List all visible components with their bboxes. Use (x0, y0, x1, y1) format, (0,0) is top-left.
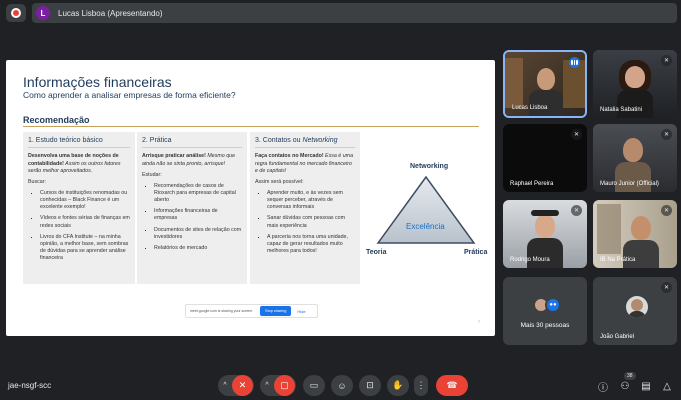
list-item: Cursos de instituições renomadas ou conh… (40, 190, 130, 211)
mic-off-icon[interactable]: ✕ (232, 375, 253, 396)
list-item: Livros do CFA Institute – na minha opini… (40, 234, 130, 263)
participant-video (623, 138, 643, 162)
present-button[interactable]: ⊡ (359, 375, 381, 396)
microphone-control[interactable]: ^ ✕ (218, 375, 254, 396)
meeting-code: jae-nsgf-scc (8, 381, 52, 390)
end-call-button[interactable]: ☎ (436, 375, 468, 396)
captions-button[interactable]: ▭ (303, 375, 325, 396)
list-item: Sanar dúvidas com pessoas com mais exper… (267, 215, 355, 229)
people-icon[interactable]: ⚇ (619, 380, 631, 392)
mic-off-icon: ✕ (661, 282, 672, 293)
participant-tile[interactable]: ✕ Mauro Junior (Official) (593, 124, 677, 192)
slide-next-icon: › (478, 319, 480, 325)
list-item: Recomendações de casos de Rioxarch para … (154, 183, 242, 204)
record-icon (11, 8, 21, 18)
list-item: Vídeos e fontes sérias de finanças em re… (40, 215, 130, 229)
list-item: Documentos de sites de relação com inves… (154, 227, 242, 241)
raise-hand-icon: ✋ (392, 380, 404, 390)
participant-video (535, 214, 555, 238)
column-theory: 1. Estudo teórico básico Desenvolva uma … (23, 132, 135, 284)
triangle-right-label: Prática (464, 249, 488, 256)
chevron-up-icon[interactable]: ^ (260, 382, 274, 389)
captions-icon: ▭ (309, 380, 319, 390)
emoji-button[interactable]: ☺ (331, 375, 353, 396)
section-divider (23, 126, 479, 127)
participant-name: IB Na Prática (600, 257, 636, 263)
more-icon: ⋮ (416, 380, 426, 390)
mic-off-icon: ✕ (661, 129, 672, 140)
list-item: A parceria nos torna uma unidade, capaz … (267, 234, 355, 255)
end-call-icon: ☎ (446, 380, 458, 390)
participant-name: Raphael Pereira (510, 181, 554, 187)
shared-screen: Informações financeiras Como aprender a … (6, 60, 495, 336)
slide-section-heading: Recomendação (23, 115, 90, 125)
triangle-center-label: Excelência (406, 222, 445, 231)
hide-banner-link[interactable]: Hide (297, 309, 305, 314)
raise-hand-button[interactable]: ✋ (387, 375, 409, 396)
column-heading: 1. Estudo teórico básico (28, 136, 130, 149)
list-item: Aprender muito, e às vezes sem sequer pe… (267, 190, 355, 211)
column-intro-bold: Faça contatos no Mercado! (255, 153, 324, 160)
participant-name: Natalia Sabatini (600, 107, 643, 113)
more-avatars: ●● (533, 297, 561, 313)
activities-icon[interactable]: △ (661, 380, 673, 392)
info-icon[interactable]: ⓘ (597, 380, 609, 394)
excellence-triangle-diagram: Networking Excelência Teoria Prática (366, 155, 494, 265)
presenter-avatar: L (36, 6, 50, 20)
avatar (626, 296, 648, 318)
participant-tile[interactable]: ✕ Natalia Sabatini (593, 50, 677, 118)
presenter-bar[interactable]: L Lucas Lisboa (Apresentando) (32, 3, 677, 23)
chat-icon[interactable]: ▤ (640, 380, 652, 392)
participant-tile[interactable]: ✕ João Gabriel (593, 277, 677, 345)
share-banner-text: meet.google.com is sharing your screen. (190, 309, 254, 313)
participant-video (537, 68, 555, 90)
column-list-title: Estudar: (142, 171, 162, 178)
chevron-up-icon[interactable]: ^ (218, 382, 232, 389)
slide-title: Informações financeiras (23, 74, 172, 90)
camera-control[interactable]: ^ ▢ (260, 375, 296, 396)
mic-off-icon: ✕ (661, 205, 672, 216)
more-participants-tile[interactable]: ●● Mais 30 pessoas (503, 277, 587, 345)
column-networking: 3. Contatos ou Networking Faça contatos … (250, 132, 360, 284)
stop-sharing-button[interactable]: Stop sharing (260, 306, 292, 316)
mic-off-icon: ✕ (571, 129, 582, 140)
more-options-button[interactable]: ⋮ (414, 375, 428, 396)
participant-name: Lucas Lisboa (512, 105, 548, 111)
column-intro-bold: Arrisque praticar análise! (142, 153, 206, 160)
more-participants-label: Mais 30 pessoas (520, 322, 570, 329)
avatar: ●● (545, 297, 561, 313)
participant-video (631, 216, 651, 240)
present-icon: ⊡ (366, 380, 374, 390)
participant-tile[interactable]: Lucas Lisboa (503, 50, 587, 118)
camera-off-icon[interactable]: ▢ (274, 375, 295, 396)
emoji-icon: ☺ (337, 380, 347, 391)
slide-subtitle: Como aprender a analisar empresas de for… (23, 90, 236, 100)
column-heading: 3. Contatos ou Networking (255, 136, 355, 149)
column-list-title: Assim será possível: (255, 178, 304, 185)
people-count-badge: 38 (624, 372, 636, 380)
participant-tile[interactable]: ✕ Rodrigo Moura (503, 200, 587, 268)
column-practice: 2. Prática Arrisque praticar análise! Me… (137, 132, 247, 284)
list-item: Informações financeiras de empresas (154, 208, 242, 222)
screen-share-banner: meet.google.com is sharing your screen. … (185, 304, 318, 318)
mic-off-icon: ✕ (661, 55, 672, 66)
participant-name: Mauro Junior (Official) (600, 181, 659, 187)
triangle-top-label: Networking (410, 163, 449, 170)
list-item: Relatórios de mercado (154, 245, 242, 252)
presenter-label: Lucas Lisboa (Apresentando) (58, 8, 163, 18)
speaking-indicator-icon (569, 57, 580, 68)
participant-tile[interactable]: ✕ Raphael Pereira (503, 124, 587, 192)
triangle-left-label: Teoria (366, 249, 387, 256)
mic-off-icon: ✕ (571, 205, 582, 216)
participant-name: Rodrigo Moura (510, 257, 550, 263)
recording-button[interactable] (6, 4, 26, 22)
participant-name: João Gabriel (600, 334, 635, 340)
column-heading: 2. Prática (142, 136, 242, 149)
participant-tile[interactable]: ✕ IB Na Prática (593, 200, 677, 268)
column-list-title: Buscar: (28, 178, 46, 185)
